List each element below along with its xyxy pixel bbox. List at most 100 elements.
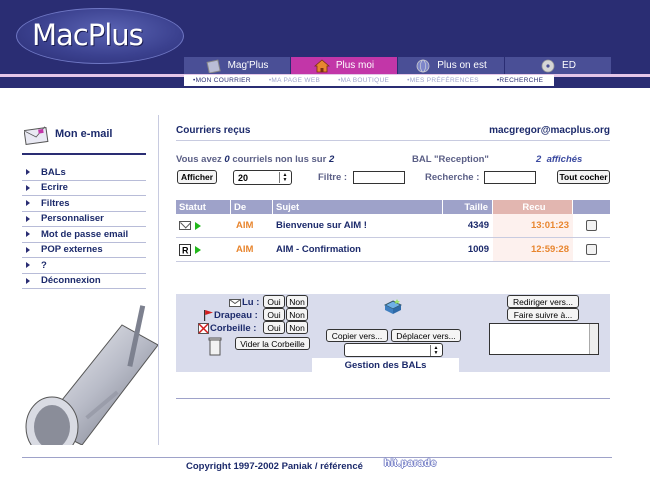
tab-plus-moi[interactable]: Plus moi — [291, 57, 398, 74]
sidebar-item-mot-de-passe[interactable]: Mot de passe email — [22, 227, 146, 243]
status-cell: R — [176, 238, 231, 261]
size-cell: 1009 — [467, 244, 489, 255]
table-row[interactable]: AIM Bienvenue sur AIM ! 4349 13:01:23 — [176, 214, 610, 238]
site-header: MacPlus Mag'Plus Plus moi Plus on est ED… — [0, 0, 650, 88]
tab-plus-on-est[interactable]: Plus on est — [398, 57, 505, 74]
recherche-label: Recherche : — [425, 172, 480, 183]
account-email: macgregor@macplus.org — [489, 125, 610, 136]
unread-count: 0 — [224, 154, 230, 165]
from-cell: AIM — [236, 220, 254, 231]
sidebar-item-ecrire[interactable]: Ecrire — [22, 181, 146, 196]
sidebar-item-deconnexion[interactable]: Déconnexion — [22, 274, 146, 289]
select-arrows-icon: ▲ ▼ — [430, 345, 441, 356]
sidebar-item-label: Ecrire — [41, 182, 68, 194]
sidebar-item-pop-externes[interactable]: POP externes — [22, 243, 146, 258]
subnav-mon-courrier[interactable]: •MON COURRIER — [184, 77, 260, 84]
subnav-mes-preferences[interactable]: •MES PRÉFÉRENCES — [398, 77, 488, 84]
sidebar-item-label: Mot de passe email — [41, 228, 129, 240]
footer-copyright: Copyright 1997-2002 Paniak / référencé — [186, 461, 363, 472]
textarea-scrollbar[interactable] — [589, 324, 598, 354]
faire-suivre-button[interactable]: Faire suivre à... — [507, 308, 579, 321]
received-cell: 13:01:23 — [493, 214, 573, 237]
footer-divider — [22, 457, 612, 458]
corbeille-non-button[interactable]: Non — [286, 321, 308, 334]
svg-text:R: R — [182, 245, 189, 255]
filtre-input[interactable] — [353, 171, 405, 184]
sidebar-item-label: ? — [41, 259, 47, 271]
col-select — [573, 200, 610, 214]
panel-title: Gestion des BALs — [312, 358, 459, 372]
sidebar-item-label: POP externes — [41, 244, 103, 256]
replied-icon: R — [179, 243, 191, 256]
table-row[interactable]: R AIM AIM - Confirmation 1009 12:59:28 — [176, 238, 610, 262]
shown-label: affichés — [546, 154, 583, 165]
play-icon[interactable] — [195, 245, 201, 254]
afficher-button[interactable]: Afficher — [177, 170, 217, 184]
message-count-select[interactable]: 20 ▲ ▼ — [233, 170, 292, 185]
content-bottom-divider — [176, 398, 610, 399]
corbeille-oui-button[interactable]: Oui — [263, 321, 285, 334]
email-icon — [24, 126, 49, 146]
deplacer-vers-button[interactable]: Déplacer vers... — [391, 329, 461, 342]
col-sujet[interactable]: Sujet — [273, 200, 443, 214]
sidebar-item-label: Déconnexion — [41, 275, 101, 287]
house-icon — [313, 58, 330, 72]
message-checkbox[interactable] — [586, 244, 597, 255]
subject-link[interactable]: AIM - Confirmation — [273, 238, 443, 261]
triangle-right-icon — [26, 231, 30, 238]
sidebar-item-filtres[interactable]: Filtres — [22, 196, 146, 212]
vider-corbeille-button[interactable]: Vider la Corbeille — [235, 337, 310, 350]
magazine-icon — [206, 58, 221, 73]
sidebar-item-label: BALs — [41, 166, 66, 178]
disc-icon — [541, 59, 555, 72]
mailbox-illustration — [25, 305, 158, 445]
mailbox-info: Vous avez 0 courriels non lus sur 2 BAL … — [176, 154, 610, 165]
col-recu[interactable]: Recu — [493, 200, 573, 214]
sidebar-title-divider — [22, 153, 146, 155]
col-de[interactable]: De — [231, 200, 273, 214]
forward-address-textarea[interactable] — [489, 323, 599, 355]
col-taille[interactable]: Taille — [443, 200, 493, 214]
site-logo[interactable]: MacPlus — [32, 18, 144, 52]
col-statut[interactable]: Statut — [176, 200, 231, 214]
copier-vers-button[interactable]: Copier vers... — [326, 329, 388, 342]
subnav-ma-page-web[interactable]: •MA PAGE WEB — [260, 77, 329, 84]
sidebar-divider — [158, 115, 159, 445]
sidebar-item-personnaliser[interactable]: Personnaliser — [22, 212, 146, 227]
mailbox-name: BAL "Reception" — [412, 154, 489, 165]
sidebar-item-bals[interactable]: BALs — [22, 165, 146, 181]
tab-magplus[interactable]: Mag'Plus — [184, 57, 291, 74]
play-icon[interactable] — [195, 221, 201, 230]
select-cell — [573, 238, 610, 261]
sidebar-item-help[interactable]: ? — [22, 258, 146, 274]
lu-label: Lu : — [242, 297, 260, 308]
lu-oui-button[interactable]: Oui — [263, 295, 285, 308]
recherche-input[interactable] — [484, 171, 536, 184]
status-cell — [176, 214, 231, 237]
globe-icon — [416, 59, 430, 72]
message-checkbox[interactable] — [586, 220, 597, 231]
tab-label: Plus moi — [335, 60, 375, 71]
drapeau-oui-button[interactable]: Oui — [263, 308, 285, 321]
rediriger-vers-button[interactable]: Rediriger vers... — [507, 295, 579, 308]
tab-ed[interactable]: ED — [505, 57, 612, 74]
hitparade-badge[interactable]: hit.parade — [384, 458, 437, 469]
target-bal-select[interactable]: ▲ ▼ — [344, 343, 443, 357]
subnav-recherche[interactable]: •RECHERCHE — [488, 77, 552, 84]
lu-non-button[interactable]: Non — [286, 295, 308, 308]
mailbox-management-panel: Lu : Oui Non Drapeau : Oui Non Corbeille… — [176, 294, 610, 372]
info-prefix: Vous avez — [176, 154, 222, 165]
sidebar-item-label: Personnaliser — [41, 213, 104, 225]
sub-navigation: •MON COURRIER •MA PAGE WEB •MA BOUTIQUE … — [184, 75, 554, 86]
subject-link[interactable]: Bienvenue sur AIM ! — [273, 214, 443, 237]
messages-table: Statut De Sujet Taille Recu AIM Bienvenu… — [176, 200, 610, 262]
subnav-ma-boutique[interactable]: •MA BOUTIQUE — [329, 77, 398, 84]
main-tabs: Mag'Plus Plus moi Plus on est ED — [184, 57, 612, 74]
triangle-right-icon — [26, 215, 30, 222]
inbox-sparkle-icon — [384, 299, 402, 314]
tout-cocher-button[interactable]: Tout cocher — [557, 170, 610, 184]
filtre-label: Filtre : — [318, 172, 348, 183]
triangle-right-icon — [26, 262, 30, 269]
drapeau-non-button[interactable]: Non — [286, 308, 308, 321]
triangle-right-icon — [26, 200, 30, 207]
